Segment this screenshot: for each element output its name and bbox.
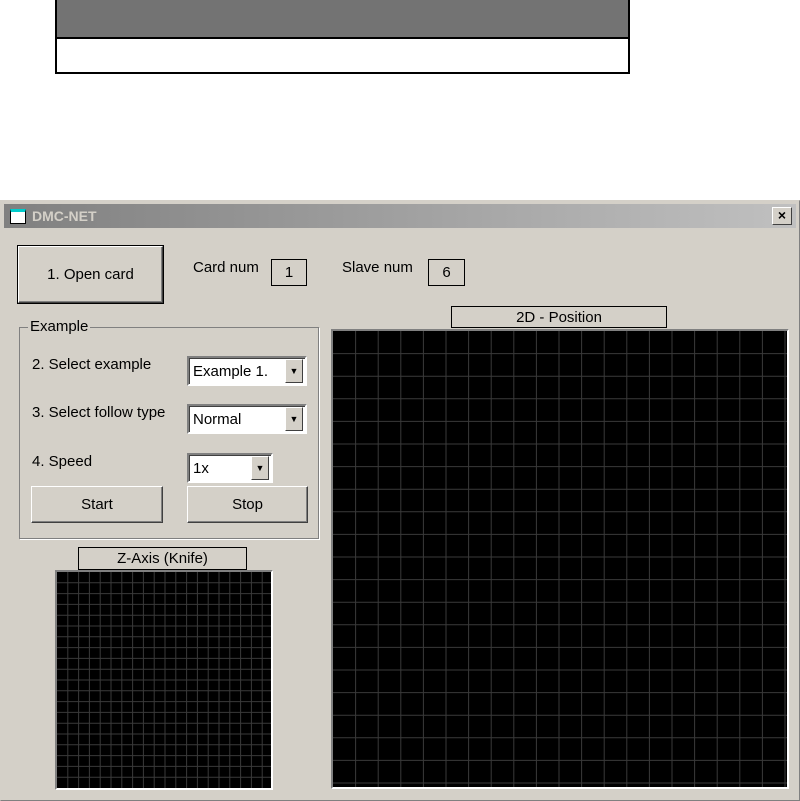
- dmc-net-window: DMC-NET × 1. Open card Card num 1 Slave …: [0, 200, 800, 801]
- table-header-row: [57, 0, 628, 39]
- close-button[interactable]: ×: [772, 207, 792, 225]
- title-bar[interactable]: DMC-NET ×: [4, 204, 796, 228]
- follow-type-value: Normal: [193, 410, 242, 428]
- select-example-dropdown[interactable]: Example 1. ▼: [187, 356, 307, 386]
- slave-num-label: Slave num: [342, 259, 413, 276]
- window-title: DMC-NET: [32, 208, 97, 224]
- z-axis-grid: [57, 572, 271, 788]
- header-table: [55, 0, 630, 74]
- speed-label: 4. Speed: [32, 453, 93, 470]
- app-icon: [10, 208, 26, 224]
- select-example-label: 2. Select example: [32, 356, 152, 373]
- speed-value: 1x: [193, 459, 209, 477]
- follow-type-dropdown[interactable]: Normal ▼: [187, 404, 307, 434]
- chevron-down-icon[interactable]: ▼: [251, 456, 269, 480]
- chevron-down-icon[interactable]: ▼: [285, 359, 303, 383]
- start-button[interactable]: Start: [31, 486, 163, 523]
- example-group: Example 2. Select example Example 1. ▼ 3…: [19, 318, 319, 539]
- select-example-value: Example 1.: [193, 362, 269, 380]
- slave-num-value: 6: [428, 259, 465, 286]
- card-num-value: 1: [271, 259, 307, 286]
- stop-button[interactable]: Stop: [187, 486, 308, 523]
- 2d-position-title: 2D - Position: [451, 306, 667, 328]
- open-card-button[interactable]: 1. Open card: [17, 245, 164, 304]
- 2d-position-plot: [331, 329, 789, 789]
- speed-dropdown[interactable]: 1x ▼: [187, 453, 273, 483]
- follow-type-label: 3. Select follow type: [32, 404, 166, 421]
- example-group-title: Example: [28, 318, 91, 335]
- card-num-label: Card num: [193, 259, 259, 276]
- chevron-down-icon[interactable]: ▼: [285, 407, 303, 431]
- 2d-position-grid: [333, 331, 787, 787]
- z-axis-title: Z-Axis (Knife): [78, 547, 247, 570]
- z-axis-plot: [55, 570, 273, 790]
